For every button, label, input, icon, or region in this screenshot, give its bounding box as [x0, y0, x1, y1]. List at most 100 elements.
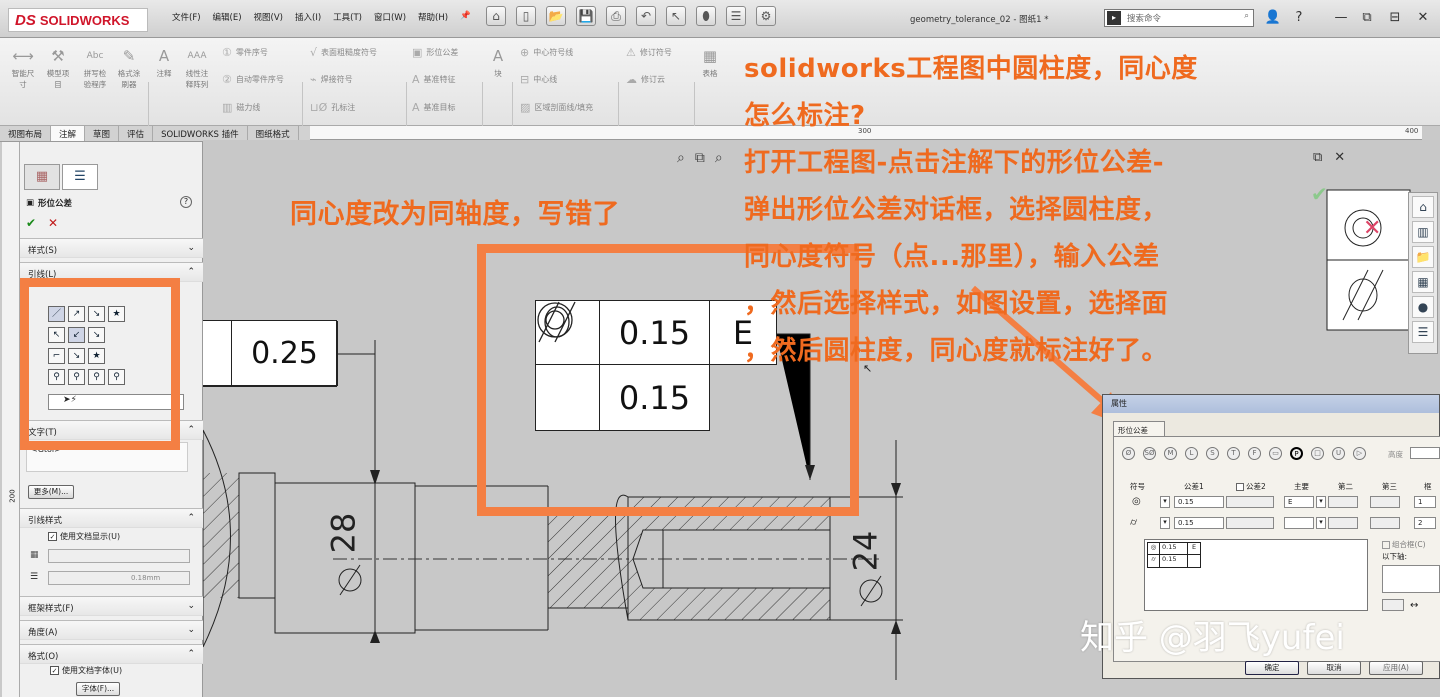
- magnetic-line-button[interactable]: ▥ 磁力线: [222, 101, 260, 114]
- rebuild-icon[interactable]: ⬮: [696, 6, 716, 26]
- property-manager-tab-icon[interactable]: ☰: [62, 164, 98, 190]
- tab-solidworks-addins[interactable]: SOLIDWORKS 插件: [153, 126, 248, 141]
- menu-file[interactable]: 文件(F): [172, 11, 201, 23]
- row2-secondary-input[interactable]: [1328, 517, 1358, 529]
- menu-view[interactable]: 视图(V): [254, 11, 283, 23]
- table-button[interactable]: ▦ 表格: [696, 46, 724, 79]
- appearances-icon[interactable]: ●: [1412, 296, 1434, 318]
- leader-style-section-header[interactable]: 引线样式 ⌃: [20, 508, 203, 528]
- row1-tertiary-input[interactable]: [1370, 496, 1400, 508]
- search-command-input[interactable]: ▸ 搜索命令 ⌕: [1104, 9, 1254, 27]
- modifier-symbol-button[interactable]: P: [1290, 447, 1303, 460]
- symbol-dropdown[interactable]: ▾: [1160, 496, 1170, 508]
- row2-tol1-input[interactable]: 0.15: [1174, 517, 1224, 529]
- tab-sketch[interactable]: 草图: [85, 126, 120, 141]
- custom-properties-icon[interactable]: ☰: [1412, 321, 1434, 343]
- smart-dimension-button[interactable]: ⟷ 智能尺 寸: [6, 46, 40, 90]
- fcf-cylindricity-left[interactable]: 0.25: [203, 320, 338, 387]
- row1-tol1-input[interactable]: 0.15: [1174, 496, 1224, 508]
- line-style-select[interactable]: [48, 549, 190, 563]
- restore-icon[interactable]: ⧉: [1313, 150, 1322, 165]
- pin-icon[interactable]: 📌: [460, 11, 471, 23]
- ok-button[interactable]: 确定: [1245, 661, 1299, 675]
- cancel-x-icon[interactable]: ✕: [48, 216, 58, 230]
- note-button[interactable]: A 注释: [150, 46, 178, 79]
- font-button[interactable]: 字体(F)...: [76, 682, 120, 696]
- file-properties-icon[interactable]: ☰: [726, 6, 746, 26]
- undo-icon[interactable]: ↶: [636, 6, 656, 26]
- geometric-tolerance-button[interactable]: ▣ 形位公差: [412, 46, 458, 59]
- combine-frame-checkbox[interactable]: [1382, 540, 1390, 549]
- save-icon[interactable]: 💾: [576, 6, 596, 26]
- format-painter-button[interactable]: ✎ 格式涂 刷器: [112, 46, 146, 90]
- cancel-x-icon[interactable]: ✕: [1363, 216, 1381, 241]
- use-doc-font-checkbox[interactable]: ✓: [50, 666, 59, 675]
- primary-dropdown[interactable]: ▾: [1316, 496, 1326, 508]
- primary-dropdown[interactable]: ▾: [1316, 517, 1326, 529]
- new-file-icon[interactable]: ▯: [516, 6, 536, 26]
- angle-section-header[interactable]: 角度(A) ⌄: [20, 620, 203, 640]
- design-library-icon[interactable]: ▥: [1412, 221, 1434, 243]
- search-icon[interactable]: ⌕: [1244, 11, 1249, 21]
- surface-finish-button[interactable]: √ 表面粗糙度符号: [310, 46, 377, 59]
- previous-view-icon[interactable]: ⌕: [715, 150, 723, 166]
- spell-checker-button[interactable]: Abc 拼写检 验程序: [78, 46, 112, 90]
- close-icon[interactable]: ✕: [1334, 150, 1345, 165]
- area-hatch-button[interactable]: ▨ 区域剖面线/填充: [520, 101, 593, 114]
- minimize-icon[interactable]: —: [1330, 8, 1352, 28]
- tab-evaluate[interactable]: 评估: [119, 126, 154, 141]
- balloon-button[interactable]: ① 零件序号: [222, 46, 268, 59]
- menu-tools[interactable]: 工具(T): [333, 11, 362, 23]
- centerline-button[interactable]: ⊟ 中心线: [520, 73, 557, 86]
- tab-sheet-format[interactable]: 图纸格式: [248, 126, 299, 141]
- help-icon[interactable]: ?: [1288, 8, 1310, 28]
- weld-symbol-button[interactable]: ⌁ 焊接符号: [310, 73, 353, 86]
- close-icon[interactable]: ✕: [1412, 8, 1434, 28]
- dimension-d24[interactable]: 24: [846, 531, 884, 572]
- user-icon[interactable]: 👤: [1262, 8, 1284, 28]
- datum-feature-button[interactable]: A 基准特征: [412, 73, 456, 86]
- linear-note-pattern-button[interactable]: AAA 线性注 释阵列: [180, 46, 214, 90]
- modifier-symbol-button[interactable]: ▷: [1353, 447, 1366, 460]
- modifier-symbol-button[interactable]: ▭: [1269, 447, 1282, 460]
- tile-icon[interactable]: ⊟: [1384, 8, 1406, 28]
- modifier-symbol-button[interactable]: Ø: [1122, 447, 1135, 460]
- block-button[interactable]: A块: [486, 46, 510, 79]
- view-palette-icon[interactable]: ▦: [1412, 271, 1434, 293]
- feature-manager-tab-icon[interactable]: ▦: [24, 164, 60, 190]
- frame-style-section-header[interactable]: 框架样式(F) ⌄: [20, 596, 203, 616]
- row1-tol2-input[interactable]: [1226, 496, 1274, 508]
- style-section-header[interactable]: 样式(S) ⌄: [20, 238, 203, 258]
- hole-callout-button[interactable]: ⊔Ø 孔标注: [310, 101, 355, 114]
- model-items-button[interactable]: ⚒ 模型项 目: [42, 46, 74, 90]
- modifier-symbol-button[interactable]: T: [1227, 447, 1240, 460]
- menu-window[interactable]: 窗口(W): [374, 11, 406, 23]
- line-thickness-select[interactable]: 0.18mm: [48, 571, 190, 585]
- below-axis-input[interactable]: [1382, 565, 1440, 593]
- cancel-button[interactable]: 取消: [1307, 661, 1361, 675]
- options-gear-icon[interactable]: ⚙: [756, 6, 776, 26]
- modifier-symbol-button[interactable]: U: [1332, 447, 1345, 460]
- row2-tol2-input[interactable]: [1226, 517, 1274, 529]
- row1-primary-input[interactable]: E: [1284, 496, 1314, 508]
- modifier-symbol-button[interactable]: F: [1248, 447, 1261, 460]
- menu-insert[interactable]: 插入(I): [295, 11, 321, 23]
- solidworks-logo[interactable]: DS SOLIDWORKS: [8, 8, 148, 32]
- help-icon[interactable]: ?: [180, 196, 192, 208]
- home-icon[interactable]: ⌂: [486, 6, 506, 26]
- select-icon[interactable]: ↖: [666, 6, 686, 26]
- row1-secondary-input[interactable]: [1328, 496, 1358, 508]
- zoom-to-area-icon[interactable]: ⧉: [695, 150, 705, 166]
- home-icon[interactable]: ⌂: [1412, 196, 1434, 218]
- open-file-icon[interactable]: 📂: [546, 6, 566, 26]
- revision-symbol-button[interactable]: ⚠ 修订符号: [626, 46, 672, 59]
- zoom-to-fit-icon[interactable]: ⌕: [677, 150, 685, 166]
- apply-button[interactable]: 应用(A): [1369, 661, 1423, 675]
- print-icon[interactable]: ⎙: [606, 6, 626, 26]
- modifier-symbol-button[interactable]: L: [1185, 447, 1198, 460]
- revision-cloud-button[interactable]: ☁ 修订云: [626, 73, 665, 86]
- tab-view-layout[interactable]: 视图布局: [0, 126, 52, 141]
- restore-window-icon[interactable]: ⧉: [1356, 8, 1378, 28]
- modifier-symbol-button[interactable]: M: [1164, 447, 1177, 460]
- datum-target-button[interactable]: A 基准目标: [412, 101, 456, 114]
